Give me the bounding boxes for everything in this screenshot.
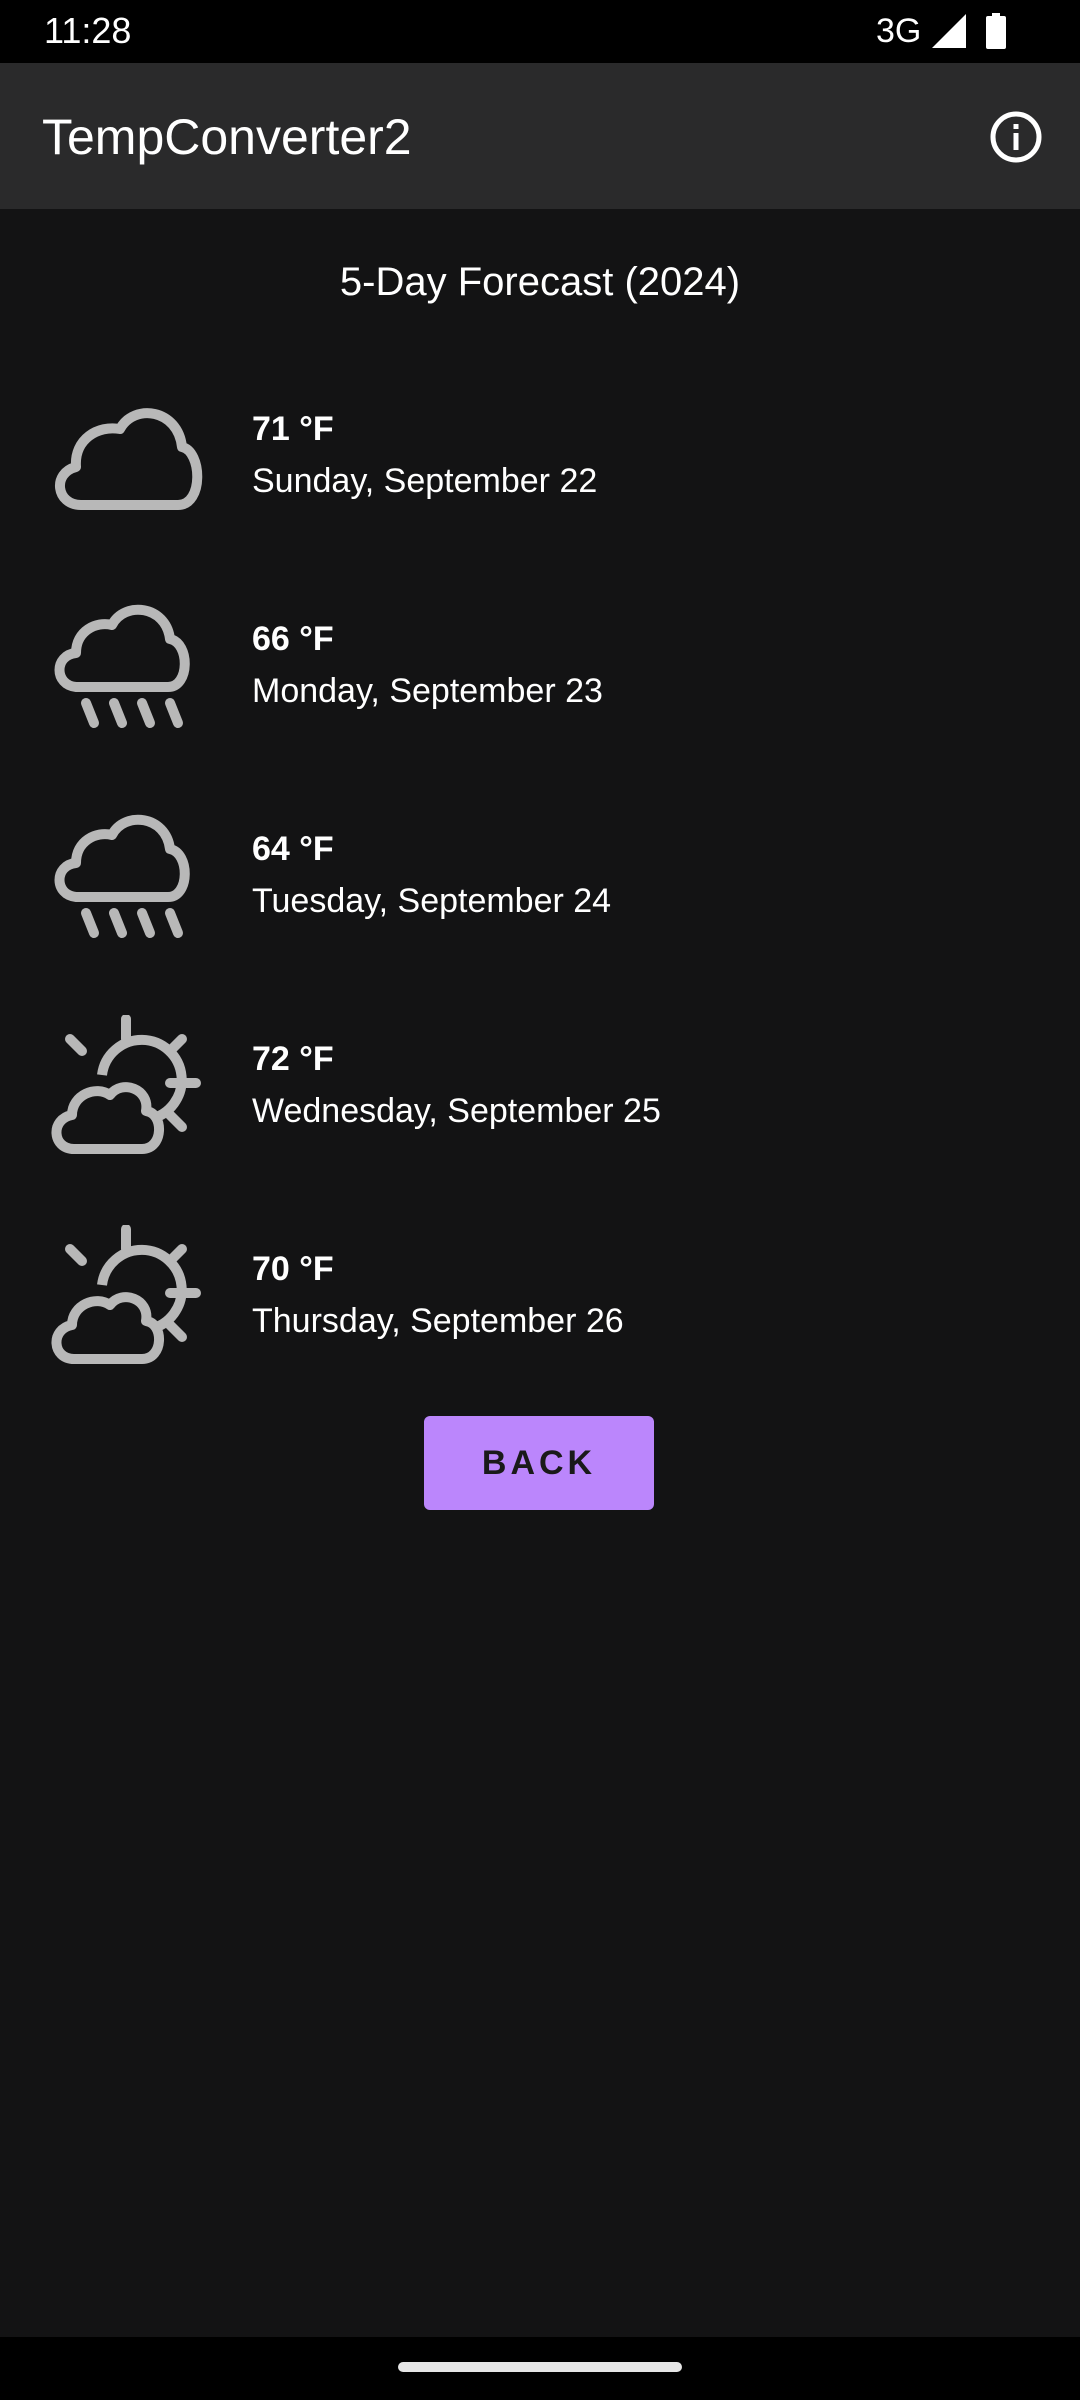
list-item: 71 °F Sunday, September 22: [0, 385, 1080, 595]
signal-icon: [932, 14, 966, 48]
list-item: 64 °F Tuesday, September 24: [0, 805, 1080, 1015]
temperature-label: 71 °F: [252, 410, 334, 448]
forecast-title: 5-Day Forecast (2024): [339, 260, 741, 304]
date-label: Monday, September 23: [252, 672, 603, 710]
navigation-bar: [0, 2337, 1080, 2400]
temperature-label: 64 °F: [252, 830, 334, 868]
date-label: Tuesday, September 24: [252, 882, 612, 920]
date-label: Thursday, September 26: [252, 1302, 624, 1340]
cloud-icon: [55, 408, 203, 510]
partly-sunny-icon: [51, 1015, 201, 1154]
date-label: Wednesday, September 25: [252, 1092, 661, 1130]
list-item: 72 °F Wednesday, September 25: [0, 1015, 1080, 1225]
list-item: 70 °F Thursday, September 26: [0, 1225, 1080, 1435]
forecast-screen: 11:28 3G TempConverter2 5-Day Forecast (…: [0, 0, 1080, 2400]
back-button[interactable]: BACK: [424, 1416, 654, 1510]
network-type: 3G: [876, 12, 922, 50]
status-time: 11:28: [44, 10, 132, 51]
list-item: 66 °F Monday, September 23: [0, 595, 1080, 805]
app-bar: TempConverter2: [0, 63, 1080, 209]
temperature-label: 70 °F: [252, 1250, 334, 1288]
info-icon[interactable]: [982, 103, 1050, 171]
rain-icon: [54, 814, 190, 938]
battery-icon: [986, 13, 1006, 49]
temperature-label: 72 °F: [252, 1040, 334, 1078]
home-gesture-handle[interactable]: [398, 2362, 682, 2372]
date-label: Sunday, September 22: [252, 462, 598, 500]
temperature-label: 66 °F: [252, 620, 334, 658]
app-title: TempConverter2: [42, 109, 412, 165]
forecast-list: 71 °F Sunday, September 22 66 °F Monday,…: [0, 385, 1080, 1435]
rain-icon: [54, 604, 190, 728]
status-bar: 11:28 3G: [0, 0, 1080, 63]
partly-sunny-icon: [51, 1225, 201, 1364]
